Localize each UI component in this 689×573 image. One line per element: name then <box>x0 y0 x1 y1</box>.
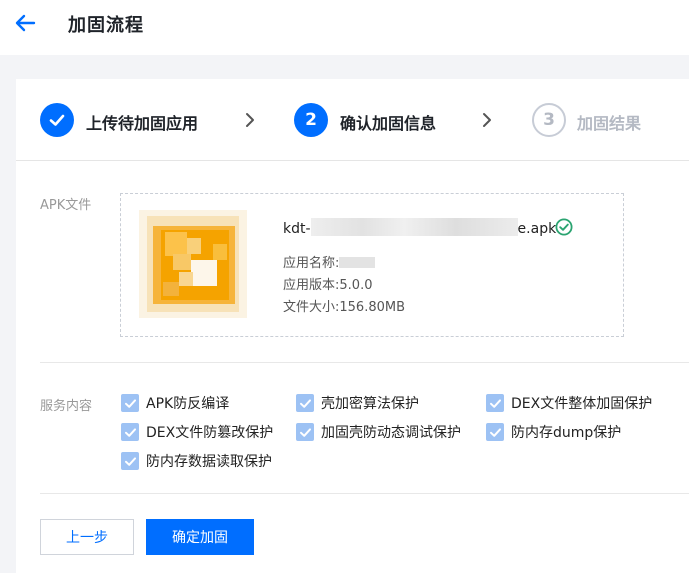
success-check-icon <box>555 218 573 236</box>
step-3-indicator: 3 <box>532 103 566 137</box>
checkbox-checked[interactable] <box>121 452 139 470</box>
apk-section-label: APK文件 <box>40 198 92 213</box>
confirm-harden-button[interactable]: 确定加固 <box>146 519 254 555</box>
divider <box>40 362 689 363</box>
chevron-right-icon <box>483 113 491 127</box>
checkbox-checked[interactable] <box>121 423 139 441</box>
checkbox-checked[interactable] <box>296 423 314 441</box>
checkbox-checked[interactable] <box>121 394 139 412</box>
service-option[interactable]: 防内存dump保护 <box>486 422 621 442</box>
service-option[interactable]: DEX文件防篡改保护 <box>121 422 273 442</box>
service-option[interactable]: APK防反编译 <box>121 393 229 413</box>
checkbox-checked[interactable] <box>296 394 314 412</box>
page-title: 加固流程 <box>68 15 144 36</box>
service-option[interactable]: DEX文件整体加固保护 <box>486 393 652 413</box>
page-header: 加固流程 <box>0 0 689 55</box>
apk-file-card: kdt-e.apk 应用名称: 应用版本:5.0.0 文件大小:156.80MB <box>120 193 624 337</box>
back-arrow-icon[interactable] <box>14 12 36 34</box>
redacted-text <box>310 218 518 236</box>
prev-step-button[interactable]: 上一步 <box>40 519 134 555</box>
step-2-label: 确认加固信息 <box>340 114 437 133</box>
service-option[interactable]: 壳加密算法保护 <box>296 393 419 413</box>
app-name-row: 应用名称: <box>283 252 376 271</box>
step-1-indicator <box>40 103 74 137</box>
checkbox-checked[interactable] <box>486 394 504 412</box>
divider <box>40 493 689 494</box>
app-version-row: 应用版本:5.0.0 <box>283 278 373 293</box>
step-3-label: 加固结果 <box>577 114 642 133</box>
chevron-right-icon <box>246 113 254 127</box>
services-section-label: 服务内容 <box>40 399 93 414</box>
main-card: 上传待加固应用 2 确认加固信息 3 加固结果 APK文件 kdt-e.apk <box>16 79 689 573</box>
stepper: 上传待加固应用 2 确认加固信息 3 加固结果 <box>16 79 689 161</box>
redacted-text <box>339 257 376 268</box>
apk-file-name: kdt-e.apk <box>283 218 556 237</box>
checkbox-checked[interactable] <box>486 423 504 441</box>
step-1-label: 上传待加固应用 <box>86 114 199 133</box>
service-option[interactable]: 加固壳防动态调试保护 <box>296 422 461 442</box>
checkmark-icon <box>49 114 65 126</box>
service-option[interactable]: 防内存数据读取保护 <box>121 451 272 471</box>
file-size-row: 文件大小:156.80MB <box>283 300 406 315</box>
app-icon <box>139 210 247 318</box>
step-2-indicator: 2 <box>294 103 328 137</box>
